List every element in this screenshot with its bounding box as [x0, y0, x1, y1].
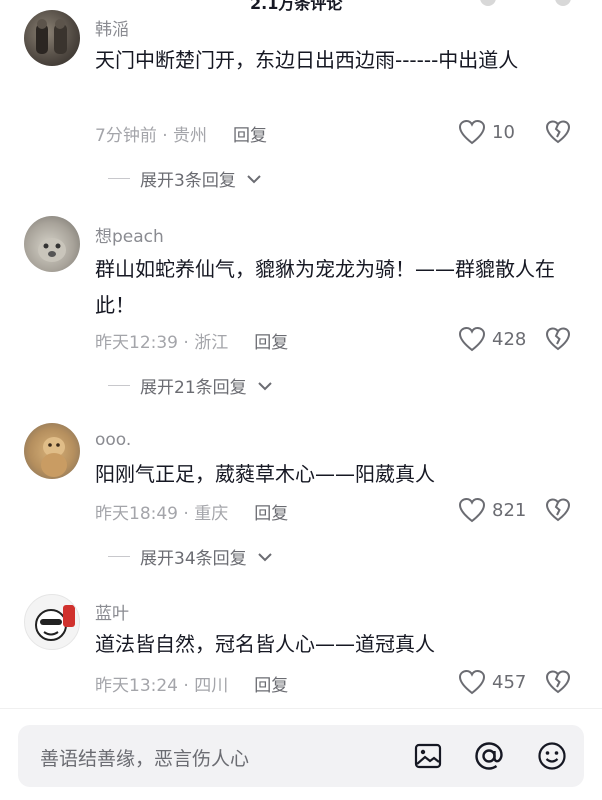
comment-text: 阳刚气正足，葳蕤草木心——阳葳真人	[95, 462, 435, 486]
avatar[interactable]	[24, 423, 80, 479]
comment-time: 7分钟前	[95, 126, 157, 146]
like-count: 457	[492, 671, 527, 693]
comment-time: 昨天13:24	[95, 676, 178, 696]
comment-text: 天门中断楚门开，东边日出西边雨------中出道人	[95, 48, 519, 72]
reply-button[interactable]: 回复	[233, 126, 267, 146]
expand-replies[interactable]: 展开34条回复	[108, 544, 273, 569]
smile-icon[interactable]	[536, 740, 568, 772]
chevron-down-icon	[247, 174, 261, 183]
comment-username[interactable]: ooo.	[95, 430, 131, 450]
expand-replies[interactable]: 展开21条回复	[108, 373, 273, 398]
heart-outline-icon	[458, 119, 486, 145]
comment-input-bar: 善语结善缘，恶言伤人心	[0, 708, 602, 800]
comment-username[interactable]: 蓝叶	[95, 599, 129, 624]
expand-divider	[108, 178, 130, 179]
heart-outline-icon	[458, 497, 486, 523]
comment-text: 道法皆自然，冠名皆人心——道冠真人	[95, 632, 435, 656]
like-button[interactable]: 428	[458, 326, 526, 352]
broken-heart-icon[interactable]	[545, 119, 571, 145]
like-count: 428	[492, 328, 527, 350]
comment-meta: 昨天13:24 · 四川 回复	[95, 676, 289, 696]
comment-input-placeholder: 善语结善缘，恶言伤人心	[40, 748, 250, 770]
avatar[interactable]	[24, 216, 80, 272]
avatar[interactable]	[24, 10, 80, 66]
comment-location: 贵州	[173, 126, 208, 146]
expand-replies-label: 展开3条回复	[140, 171, 236, 191]
heart-outline-icon	[458, 326, 486, 352]
comment-location: 浙江	[194, 333, 229, 353]
expand-divider	[108, 385, 130, 386]
expand-replies[interactable]: 展开3条回复	[108, 166, 262, 191]
reply-button[interactable]: 回复	[254, 333, 288, 353]
like-button[interactable]: 821	[458, 497, 526, 523]
close-icon[interactable]	[555, 0, 571, 6]
comment-time: 昨天18:49	[95, 504, 178, 524]
at-icon[interactable]	[473, 740, 505, 772]
like-count: 10	[492, 121, 515, 143]
broken-heart-icon[interactable]	[545, 497, 571, 523]
image-icon[interactable]	[412, 740, 444, 772]
comments-header: 2.1万条评论	[0, 0, 602, 14]
comment-meta: 昨天18:49 · 重庆 回复	[95, 504, 289, 524]
expand-replies-label: 展开34条回复	[140, 549, 247, 569]
reply-button[interactable]: 回复	[254, 504, 288, 524]
like-count: 821	[492, 499, 527, 521]
like-button[interactable]: 10	[458, 119, 515, 145]
comment-input[interactable]: 善语结善缘，恶言伤人心	[18, 725, 584, 787]
comment-location: 四川	[194, 676, 229, 696]
heart-outline-icon	[458, 669, 486, 695]
more-icon[interactable]	[480, 0, 496, 6]
reply-button[interactable]: 回复	[254, 676, 288, 696]
comment-username[interactable]: 韩㴞	[95, 15, 129, 40]
comments-count-title: 2.1万条评论	[250, 0, 343, 13]
expand-replies-label: 展开21条回复	[140, 378, 247, 398]
avatar[interactable]	[24, 594, 80, 650]
chevron-down-icon	[257, 381, 272, 390]
comment-time: 昨天12:39	[95, 333, 178, 353]
comment-meta: 昨天12:39 · 浙江 回复	[95, 333, 289, 353]
chevron-down-icon	[257, 552, 272, 561]
broken-heart-icon[interactable]	[545, 326, 571, 352]
like-button[interactable]: 457	[458, 669, 526, 695]
comment-location: 重庆	[194, 504, 229, 524]
comment-username[interactable]: 想peach	[95, 222, 164, 247]
comment-meta: 7分钟前 · 贵州 回复	[95, 126, 268, 146]
comment-text: 群山如蛇养仙气，貔貅为宠龙为骑！——群貔散人在此！	[95, 257, 555, 317]
broken-heart-icon[interactable]	[545, 669, 571, 695]
expand-divider	[108, 556, 130, 557]
